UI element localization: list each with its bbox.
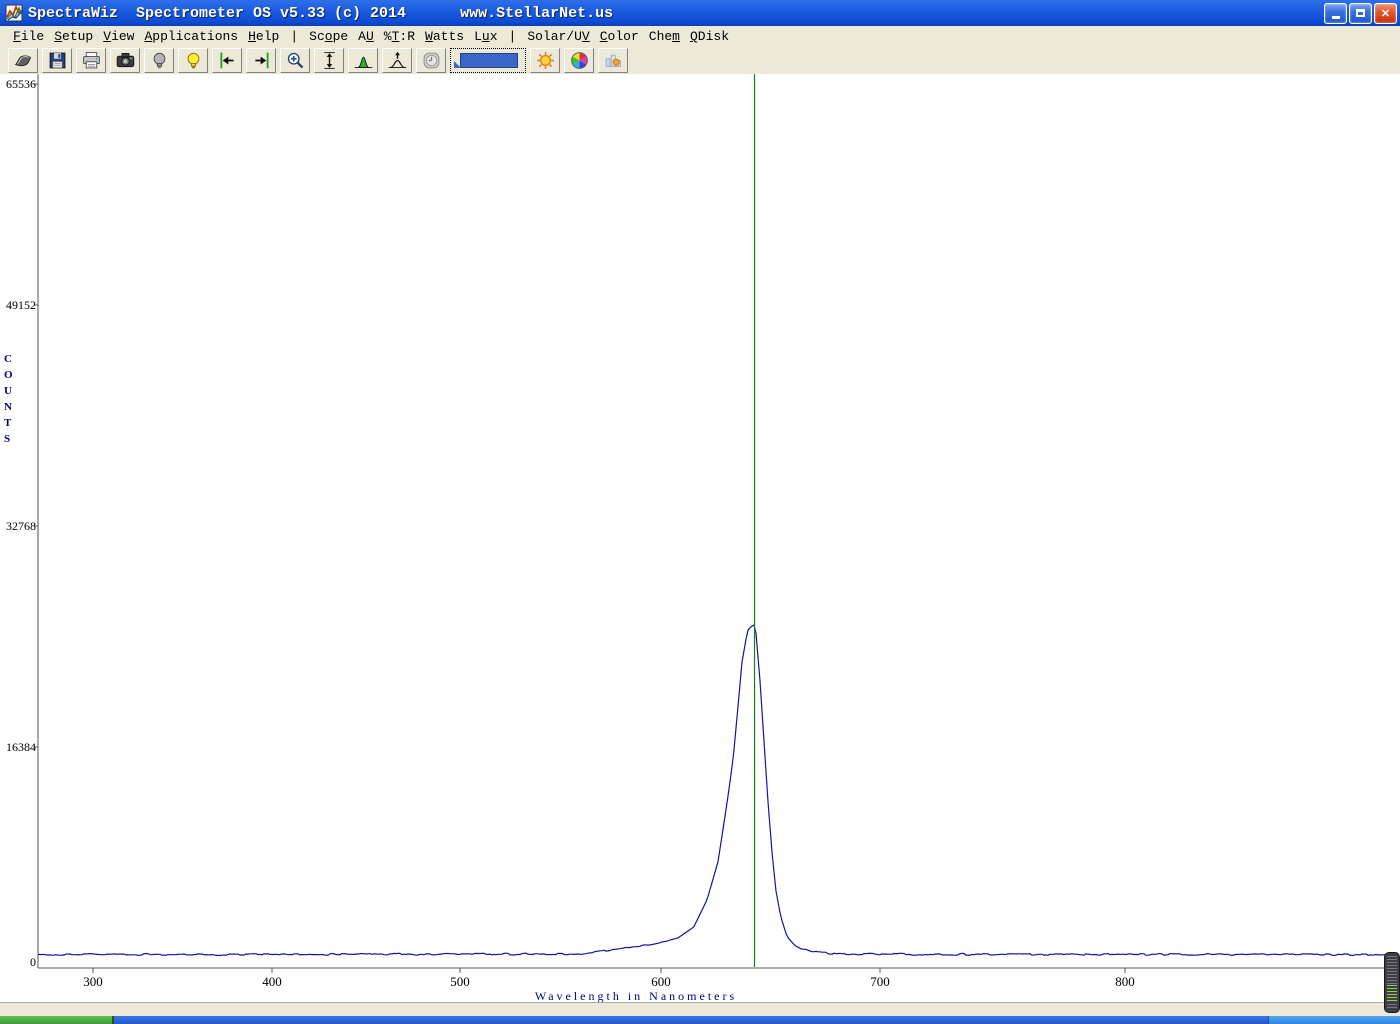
capture-bar	[460, 53, 518, 68]
close-button[interactable]: ✕	[1374, 3, 1397, 24]
sun-button[interactable]	[530, 48, 560, 73]
menu-item-view[interactable]: View	[98, 28, 139, 45]
zoom-in-button[interactable]	[280, 48, 310, 73]
svg-text:300: 300	[83, 974, 103, 989]
cursor-right-button[interactable]	[246, 48, 276, 73]
spectrum-chart: 0 16384 32768 49152 65536 300 400 500 600 700 800 W…	[0, 74, 1400, 1002]
menu-item-qdisk[interactable]: QDisk	[685, 28, 734, 45]
svg-text:0: 0	[30, 955, 36, 969]
color-wheel-button[interactable]	[564, 48, 594, 73]
menu-item-au[interactable]: AU	[353, 28, 379, 45]
cursor-left-button[interactable]	[212, 48, 242, 73]
menu-item-solaruv[interactable]: Solar/UV	[522, 28, 594, 45]
peak-hold-icon	[387, 50, 408, 71]
y-axis-title-letter: C	[4, 353, 12, 365]
cursor-left-icon	[217, 50, 238, 71]
peak-hold-button[interactable]	[382, 48, 412, 73]
y-axis-title-letter: S	[4, 433, 10, 445]
y-axis-title-letter: T	[4, 417, 12, 429]
menu-item-watts[interactable]: Watts	[420, 28, 469, 45]
autoscale-button[interactable]	[314, 48, 344, 73]
save-icon	[47, 50, 68, 71]
menu-separator: |	[284, 29, 304, 44]
svg-text:600: 600	[651, 974, 671, 989]
cursor-right-icon	[251, 50, 272, 71]
menu-item-tr[interactable]: %T:R	[379, 28, 420, 45]
window-title: SpectraWiz Spectrometer OS v5.33 (c) 201…	[28, 5, 1324, 22]
y-axis-title-letter: O	[4, 369, 13, 381]
menu-separator: |	[503, 29, 523, 44]
svg-text:32768: 32768	[6, 519, 36, 533]
svg-text:65536: 65536	[6, 77, 36, 91]
menu-item-scope[interactable]: Scope	[304, 28, 353, 45]
camera-icon	[115, 50, 136, 71]
toolbar	[0, 47, 1400, 74]
chart-button[interactable]	[598, 48, 628, 73]
svg-text:400: 400	[262, 974, 282, 989]
peak-icon	[353, 50, 374, 71]
title-bar: SpectraWiz Spectrometer OS v5.33 (c) 201…	[0, 0, 1400, 26]
app-window: SpectraWiz Spectrometer OS v5.33 (c) 201…	[0, 0, 1400, 1024]
menu-item-file[interactable]: File	[8, 28, 49, 45]
menu-item-setup[interactable]: Setup	[49, 28, 98, 45]
open-icon	[13, 50, 34, 71]
camera-button[interactable]	[110, 48, 140, 73]
menu-item-help[interactable]: Help	[243, 28, 284, 45]
svg-text:700: 700	[870, 974, 890, 989]
capture-bar-button[interactable]	[450, 48, 526, 73]
y-axis-title-letter: N	[4, 401, 12, 413]
save-button[interactable]	[42, 48, 72, 73]
timer-button[interactable]	[416, 48, 446, 73]
menu-item-color[interactable]: Color	[595, 28, 644, 45]
restore-button[interactable]	[1349, 3, 1372, 24]
print-button[interactable]	[76, 48, 106, 73]
taskbar-tray	[1268, 1016, 1400, 1024]
autoscale-icon	[319, 50, 340, 71]
lamp-off-button[interactable]	[144, 48, 174, 73]
svg-text:49152: 49152	[6, 298, 36, 312]
x-axis-title: Wavelength in Nanometers	[535, 989, 737, 1002]
color-wheel-icon	[569, 50, 590, 71]
print-icon	[81, 50, 102, 71]
spectrum-trace	[38, 625, 1396, 956]
level-indicator[interactable]	[1384, 952, 1400, 1013]
taskbar	[0, 1016, 1400, 1024]
lamp-on-icon	[183, 50, 204, 71]
minimize-button[interactable]	[1324, 3, 1347, 24]
menu-item-chem[interactable]: Chem	[644, 28, 685, 45]
lamp-off-icon	[149, 50, 170, 71]
taskbar-middle	[114, 1016, 1268, 1024]
svg-text:500: 500	[450, 974, 470, 989]
lamp-on-button[interactable]	[178, 48, 208, 73]
zoom-in-icon	[285, 50, 306, 71]
y-axis-title-letter: U	[4, 385, 12, 397]
svg-text:800: 800	[1115, 974, 1135, 989]
sun-icon	[535, 50, 556, 71]
chart-area[interactable]: 0 16384 32768 49152 65536 300 400 500 600 700 800 W…	[0, 74, 1400, 1002]
menu-bar: FileSetupViewApplicationsHelp|ScopeAU%T:…	[0, 26, 1400, 47]
app-icon	[5, 4, 23, 22]
start-button[interactable]	[0, 1016, 114, 1024]
open-button[interactable]	[8, 48, 38, 73]
svg-text:16384: 16384	[6, 740, 36, 754]
timer-icon	[421, 50, 442, 71]
peak-button[interactable]	[348, 48, 378, 73]
menu-item-lux[interactable]: Lux	[469, 28, 502, 45]
status-bar: SCOPE-> Wave:642.71nm Pix:1075 Val:25150…	[0, 1002, 1400, 1016]
menu-item-applications[interactable]: Applications	[139, 28, 243, 45]
chart-icon	[603, 50, 624, 71]
